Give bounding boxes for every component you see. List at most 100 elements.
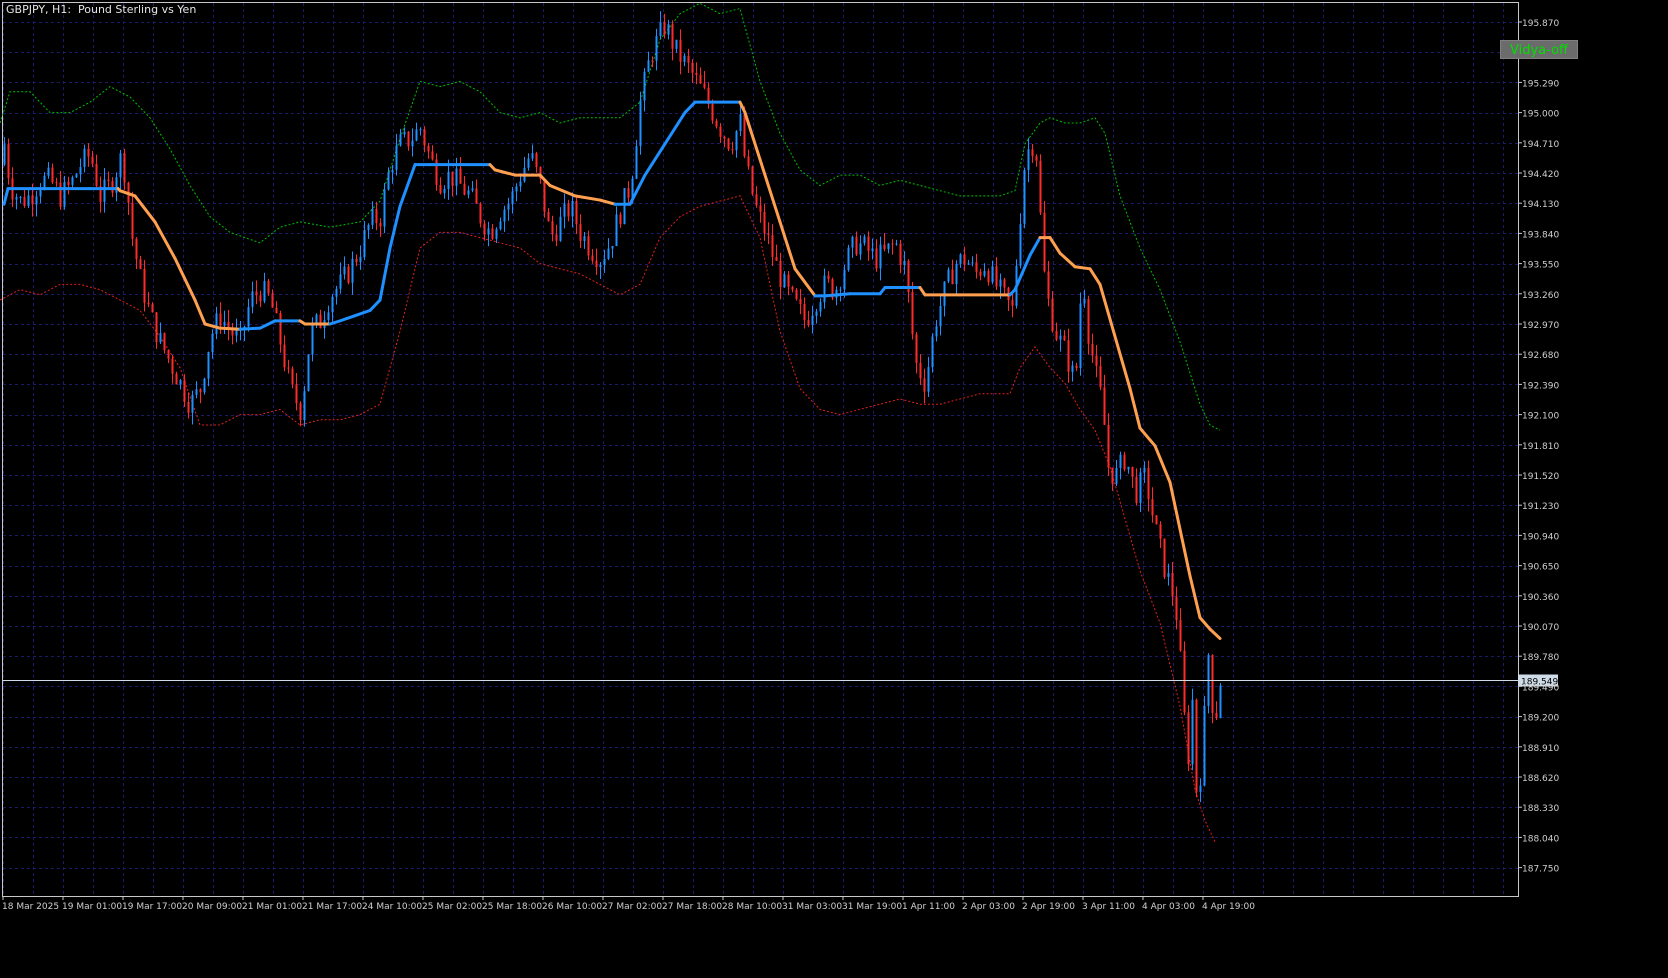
time-tick-label: 24 Mar 10:00 (362, 902, 422, 912)
candle-body (263, 281, 266, 302)
candle-body (259, 295, 262, 302)
candle-body (187, 401, 190, 413)
candle-body (443, 188, 446, 194)
candle-body (143, 268, 146, 303)
vidya-toggle-button[interactable]: Vidya-off (1500, 40, 1578, 59)
candle-body (251, 291, 254, 307)
time-tick-label: 27 Mar 02:00 (602, 902, 662, 912)
candle-body (1143, 468, 1146, 473)
candle-body (339, 274, 342, 289)
candle-body (703, 83, 706, 88)
vidya-segment (2, 187, 10, 206)
price-tick-label: 194.420 (1522, 170, 1559, 180)
candle-body (955, 263, 958, 285)
candle-body (283, 344, 286, 368)
candle-body (751, 166, 754, 195)
candle-body (519, 181, 522, 187)
candle-body (635, 146, 638, 179)
candle-body (467, 190, 470, 195)
candle-body (1131, 466, 1134, 477)
candle-body (839, 289, 842, 291)
candle-body (747, 156, 750, 167)
candle-body (1171, 573, 1174, 597)
time-tick-label: 4 Apr 03:00 (1142, 902, 1195, 912)
candle-body (967, 263, 970, 265)
candle-body (75, 174, 78, 178)
time-tick-label: 20 Mar 09:00 (182, 902, 242, 912)
candle-body (427, 145, 430, 152)
candle-body (299, 403, 302, 421)
candle-body (27, 195, 30, 206)
vidya-segment (1128, 387, 1142, 430)
vidya-segment (1088, 267, 1102, 286)
candle-body (903, 260, 906, 266)
candle-body (1115, 467, 1118, 484)
candle-body (567, 203, 570, 217)
candle-body (583, 236, 586, 241)
candle-body (223, 321, 226, 326)
candle-body (811, 315, 814, 326)
candle-body (1167, 573, 1170, 577)
candle-body (383, 189, 386, 227)
price-tick-label: 194.130 (1522, 200, 1559, 210)
candle-body (711, 104, 714, 121)
price-chart[interactable]: 189.549 195.870195.580195.290195.000194.… (0, 0, 1668, 974)
candle-body (1139, 472, 1142, 503)
candle-body (91, 156, 94, 164)
vidya-segment (493, 168, 517, 177)
candle-body (1107, 424, 1110, 468)
candle-body (279, 313, 282, 345)
candle-body (1059, 335, 1062, 340)
candle-body (951, 269, 954, 285)
price-tick-label: 191.520 (1522, 472, 1559, 482)
chart-window[interactable]: 189.549 195.870195.580195.290195.000194.… (0, 0, 1668, 974)
candle-body (1179, 620, 1182, 651)
vidya-segment (548, 183, 577, 198)
candle-body (1019, 224, 1022, 266)
time-tick-label: 18 Mar 2025 (2, 902, 59, 912)
candle-body (1063, 335, 1066, 341)
candle-body (503, 209, 506, 222)
candle-body (455, 168, 458, 186)
vidya-segment (758, 157, 782, 224)
candle-body (319, 314, 322, 329)
vidya-segment (133, 194, 157, 224)
candle-body (107, 179, 110, 182)
candle-body (1011, 299, 1014, 306)
price-tick-label: 189.200 (1522, 714, 1559, 724)
vidya-segment (238, 326, 262, 331)
candle-body (591, 255, 594, 261)
candle-body (547, 211, 550, 222)
candle-body (347, 266, 350, 283)
candle-body (895, 243, 898, 245)
candle-body (1071, 365, 1074, 372)
candle-body (195, 389, 198, 395)
candle-body (1039, 160, 1042, 213)
time-tick-label: 31 Mar 03:00 (782, 902, 842, 912)
vidya-segment (203, 322, 222, 330)
candle-body (715, 120, 718, 127)
candle-body (651, 60, 654, 62)
candle-body (271, 293, 274, 308)
vidya-segment (398, 163, 417, 208)
candle-body (755, 194, 758, 206)
candle-body (603, 258, 606, 265)
price-axis[interactable]: 195.870195.580195.290195.000194.710194.4… (1518, 19, 1559, 875)
candle-body (619, 214, 622, 225)
time-axis[interactable]: 18 Mar 2025 19 Mar 01:00 19 Mar 17:00 20 Ma… (2, 896, 1255, 912)
price-tick-label: 188.910 (1522, 744, 1559, 754)
candle-body (899, 243, 902, 266)
vidya-segment (1208, 627, 1222, 640)
candle-body (695, 72, 698, 75)
candle-body (151, 304, 154, 313)
vidya-segment (823, 292, 852, 298)
candle-body (219, 313, 222, 326)
candle-body (111, 181, 114, 193)
time-tick-label: 4 Apr 19:00 (1202, 902, 1255, 912)
candle-body (1219, 685, 1222, 719)
candle-body (1051, 298, 1054, 332)
candle-body (483, 223, 486, 235)
candle-body (495, 229, 498, 239)
candle-body (47, 167, 50, 176)
candle-body (387, 172, 390, 190)
